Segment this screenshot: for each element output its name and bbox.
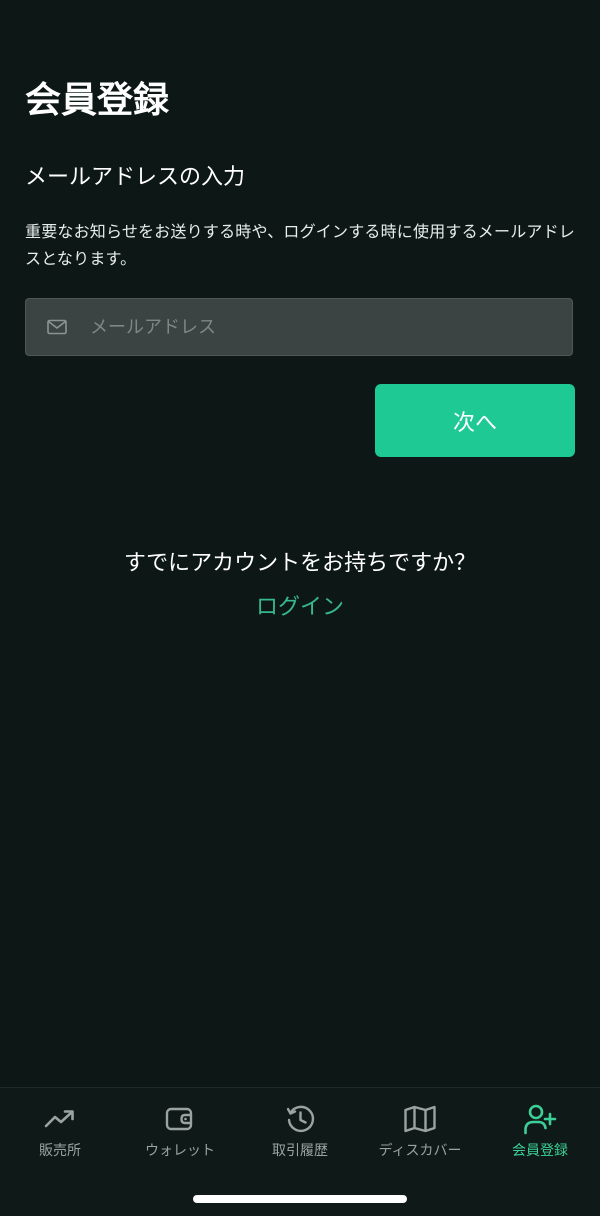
nav-label-signup: 会員登録 [512,1143,568,1159]
history-icon [283,1102,317,1136]
signup-screen: 会員登録 メールアドレスの入力 重要なお知らせをお送りする時や、ログインする時に… [0,0,600,1216]
nav-item-sales[interactable]: 販売所 [0,1102,120,1162]
email-field[interactable] [25,298,573,356]
mail-icon [46,319,68,335]
wallet-icon [163,1102,197,1136]
email-input[interactable] [88,306,572,348]
login-link[interactable]: ログイン [0,592,600,624]
home-indicator [193,1195,407,1203]
user-plus-icon [523,1102,557,1136]
section-title: メールアドレスの入力 [25,165,246,190]
nav-item-wallet[interactable]: ウォレット [120,1102,240,1162]
nav-label-history: 取引履歴 [272,1143,328,1159]
nav-label-sales: 販売所 [39,1143,81,1159]
trending-up-icon [43,1102,77,1136]
map-icon [403,1102,437,1136]
page-title: 会員登録 [25,80,170,121]
nav-item-history[interactable]: 取引履歴 [240,1102,360,1162]
nav-label-discover: ディスカバー [378,1143,462,1159]
account-prompt: すでにアカウントをお持ちですか？ [123,551,477,576]
next-button[interactable]: 次へ [375,384,575,457]
nav-item-signup[interactable]: 会員登録 [480,1102,600,1162]
nav-item-discover[interactable]: ディスカバー [360,1102,480,1162]
email-description: 重要なお知らせをお送りする時や、ログインする時に使用するメールアドレスとなります… [25,222,576,268]
nav-label-wallet: ウォレット [145,1143,215,1159]
